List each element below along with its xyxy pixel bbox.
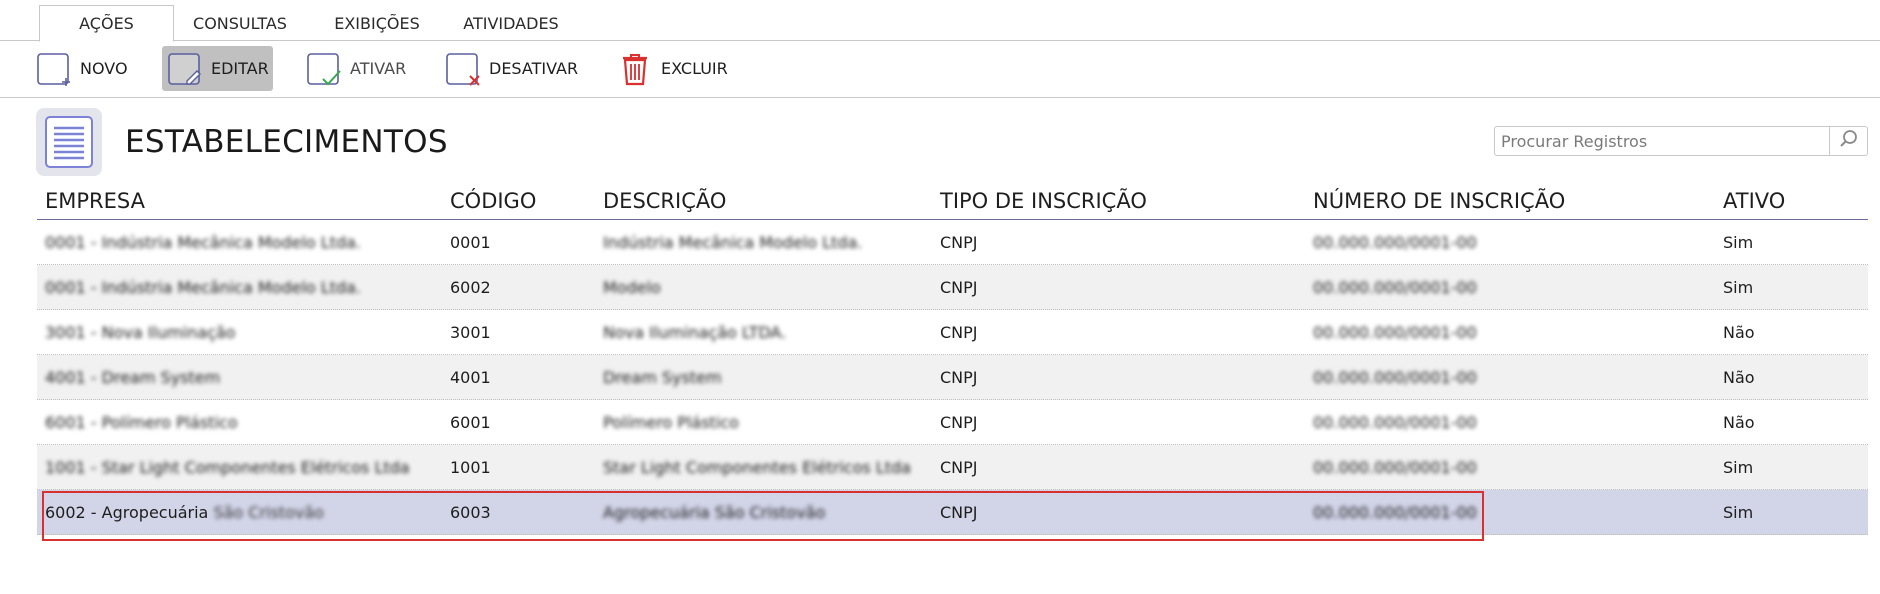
desativar-button[interactable]: DESATIVAR (445, 46, 578, 91)
cell-tipo-inscricao: CNPJ (940, 233, 978, 252)
cell-tipo-inscricao: CNPJ (940, 458, 978, 477)
cell-codigo: 4001 (450, 368, 491, 387)
cell-tipo-inscricao: CNPJ (940, 368, 978, 387)
novo-label: NOVO (80, 59, 128, 78)
search-box (1494, 126, 1868, 156)
cell-empresa-hidden: São Cristovão (213, 503, 324, 522)
cell-codigo: 0001 (450, 233, 491, 252)
cell-ativo: Sim (1723, 458, 1754, 477)
column-header-ativo[interactable]: ATIVO (1723, 189, 1785, 213)
cell-codigo: 6002 (450, 278, 491, 297)
cell-descricao: Dream System (603, 368, 722, 387)
desativar-label: DESATIVAR (489, 59, 579, 78)
table-row[interactable]: 6001 - Polímero Plástico 6001 Polímero P… (37, 400, 1868, 445)
cell-empresa: 4001 - Dream System (45, 368, 221, 387)
novo-button[interactable]: NOVO (36, 46, 128, 91)
cell-descricao: Indústria Mecânica Modelo Ltda. (603, 233, 863, 252)
table-row[interactable]: 0001 - Indústria Mecânica Modelo Ltda. 0… (37, 220, 1868, 265)
cell-numero-inscricao: 00.000.000/0001-00 (1313, 323, 1477, 342)
cell-numero-inscricao: 00.000.000/0001-00 (1313, 413, 1477, 432)
document-list-icon (36, 108, 102, 176)
trash-icon (617, 51, 653, 87)
cell-descricao: Star Light Componentes Elétricos Ltda (603, 458, 911, 477)
cell-numero-inscricao: 00.000.000/0001-00 (1313, 278, 1477, 297)
tab-acoes[interactable]: AÇÕES (39, 5, 174, 42)
table-row[interactable]: 0001 - Indústria Mecânica Modelo Ltda. 6… (37, 265, 1868, 310)
search-input[interactable] (1495, 127, 1829, 155)
cell-descricao: Modelo (603, 278, 661, 297)
table-row[interactable]: 1001 - Star Light Componentes Elétricos … (37, 445, 1868, 490)
cell-numero-inscricao: 00.000.000/0001-00 (1313, 233, 1477, 252)
cell-empresa: 1001 - Star Light Componentes Elétricos … (45, 458, 410, 477)
cell-empresa: 6002 - Agropecuária São Cristovão (45, 503, 324, 522)
cell-ativo: Não (1723, 413, 1755, 432)
cell-codigo: 3001 (450, 323, 491, 342)
cell-codigo: 1001 (450, 458, 491, 477)
deactivate-x-icon (445, 51, 481, 87)
cell-codigo: 6001 (450, 413, 491, 432)
column-header-empresa[interactable]: EMPRESA (45, 189, 145, 213)
cell-descricao: Agropecuária São Cristovão (603, 503, 826, 522)
cell-tipo-inscricao: CNPJ (940, 278, 978, 297)
edit-icon (167, 51, 203, 87)
cell-descricao: Polímero Plástico (603, 413, 739, 432)
cell-ativo: Sim (1723, 233, 1754, 252)
table-row[interactable]: 4001 - Dream System 4001 Dream System CN… (37, 355, 1868, 400)
action-toolbar: NOVO EDITAR ATIVAR DESATIVAR EXCLUIR (0, 41, 1880, 98)
cell-codigo: 6003 (450, 503, 491, 522)
tab-consultas[interactable]: CONSULTAS (180, 5, 300, 42)
cell-descricao: Nova Iluminação LTDA. (603, 323, 787, 342)
tab-atividades[interactable]: ATIVIDADES (456, 5, 566, 42)
tab-exibicoes[interactable]: EXIBIÇÕES (322, 5, 432, 42)
cell-empresa: 6001 - Polímero Plástico (45, 413, 238, 432)
table-header: EMPRESA CÓDIGO DESCRIÇÃO TIPO DE INSCRIÇ… (37, 182, 1868, 220)
cell-tipo-inscricao: CNPJ (940, 503, 978, 522)
estabelecimentos-table: EMPRESA CÓDIGO DESCRIÇÃO TIPO DE INSCRIÇ… (37, 182, 1868, 535)
tab-bar: AÇÕES CONSULTAS EXIBIÇÕES ATIVIDADES (0, 0, 1880, 42)
editar-label: EDITAR (211, 59, 269, 78)
cell-empresa: 3001 - Nova Iluminação (45, 323, 236, 342)
excluir-label: EXCLUIR (661, 59, 728, 78)
ativar-button[interactable]: ATIVAR (306, 46, 406, 91)
cell-numero-inscricao: 00.000.000/0001-00 (1313, 458, 1477, 477)
editar-button[interactable]: EDITAR (162, 46, 273, 91)
cell-numero-inscricao: 00.000.000/0001-00 (1313, 503, 1477, 522)
cell-tipo-inscricao: CNPJ (940, 323, 978, 342)
cell-ativo: Não (1723, 323, 1755, 342)
cell-empresa: 0001 - Indústria Mecânica Modelo Ltda. (45, 278, 362, 297)
page-title: ESTABELECIMENTOS (125, 124, 448, 160)
new-document-icon (36, 51, 72, 87)
table-row[interactable]: 3001 - Nova Iluminação 3001 Nova Ilumina… (37, 310, 1868, 355)
activate-check-icon (306, 51, 342, 87)
cell-ativo: Não (1723, 368, 1755, 387)
cell-tipo-inscricao: CNPJ (940, 413, 978, 432)
column-header-codigo[interactable]: CÓDIGO (450, 189, 536, 213)
search-icon (1839, 129, 1859, 153)
table-row-selected[interactable]: 6002 - Agropecuária São Cristovão 6003 A… (37, 490, 1868, 535)
search-button[interactable] (1829, 127, 1867, 155)
cell-empresa-visible: 6002 - Agropecuária (45, 503, 209, 522)
ativar-label: ATIVAR (350, 59, 407, 78)
column-header-descricao[interactable]: DESCRIÇÃO (603, 189, 726, 213)
cell-ativo: Sim (1723, 278, 1754, 297)
column-header-numero-inscricao[interactable]: NÚMERO DE INSCRIÇÃO (1313, 189, 1565, 213)
cell-ativo: Sim (1723, 503, 1754, 522)
cell-numero-inscricao: 00.000.000/0001-00 (1313, 368, 1477, 387)
column-header-tipo-inscricao[interactable]: TIPO DE INSCRIÇÃO (940, 189, 1147, 213)
cell-empresa: 0001 - Indústria Mecânica Modelo Ltda. (45, 233, 362, 252)
excluir-button[interactable]: EXCLUIR (617, 46, 728, 91)
